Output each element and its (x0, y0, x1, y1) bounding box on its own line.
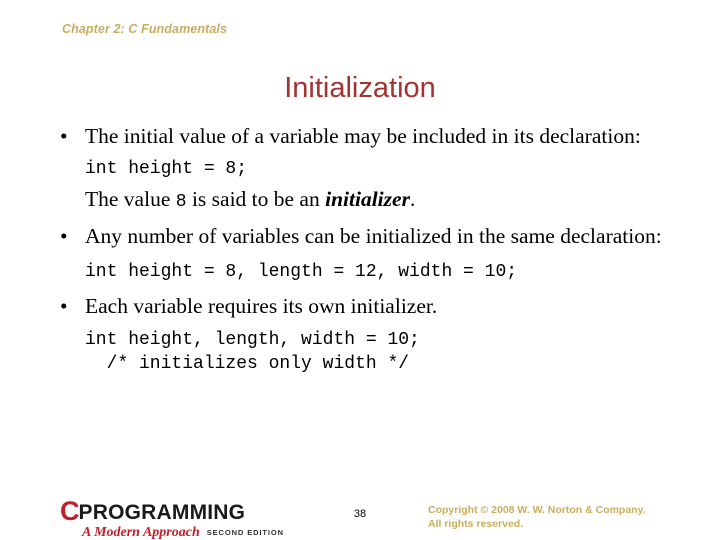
page-title: Initialization (284, 72, 436, 104)
value-sentence-term: initializer (325, 187, 410, 212)
bullet-item-1: • The initial value of a variable may be… (0, 124, 720, 149)
logo-edition-label: SECOND EDITION (206, 528, 284, 537)
code-line-3a: int height, length, width = 10; (85, 330, 420, 351)
code-line-3b: /* initializes only width */ (85, 353, 410, 374)
value-sentence-prefix: The value (85, 187, 176, 212)
value-sentence: The value 8 is said to be an initializer… (0, 187, 720, 213)
bullet-item-3: • Each variable requires its own initial… (0, 294, 720, 319)
value-sentence-middle: is said to be an (186, 187, 326, 212)
code-line-1: int height = 8; (85, 158, 248, 179)
logo-subtitle: A Modern Approach SECOND EDITION (82, 524, 284, 540)
slide-footer: CPROGRAMMING A Modern Approach SECOND EDI… (0, 496, 720, 540)
logo-tagline: A Modern Approach (82, 525, 200, 540)
slide-body: • The initial value of a variable may be… (0, 124, 720, 376)
logo-wordmark: CPROGRAMMING (60, 498, 245, 525)
bullet-marker-icon: • (60, 224, 68, 249)
chapter-header: Chapter 2: C Fundamentals (62, 22, 228, 36)
bullet-1-text: The initial value of a variable may be i… (85, 124, 641, 148)
bullet-3-text: Each variable requires its own initializ… (85, 293, 438, 318)
slide: Chapter 2: C Fundamentals Initialization… (0, 0, 720, 540)
copyright-notice: Copyright © 2008 W. W. Norton & Company.… (428, 504, 698, 532)
bullet-2-text: Any number of variables can be initializ… (85, 224, 662, 249)
code-line-2: int height = 8, length = 12, width = 10; (85, 262, 518, 283)
bullet-marker-icon: • (60, 124, 68, 148)
value-sentence-suffix: . (409, 187, 416, 212)
copyright-line-2: All rights reserved. (428, 517, 524, 530)
copyright-line-1: Copyright © 2008 W. W. Norton & Company. (428, 504, 646, 516)
value-sentence-literal: 8 (175, 192, 187, 213)
logo-programming-text: PROGRAMMING (78, 501, 246, 524)
c-programming-logo: CPROGRAMMING A Modern Approach SECOND EDI… (60, 498, 283, 540)
bullet-marker-icon: • (60, 293, 68, 318)
page-number: 38 (353, 508, 367, 520)
logo-c-initial: C (60, 496, 79, 526)
bullet-item-2: • Any number of variables can be initial… (0, 224, 720, 249)
